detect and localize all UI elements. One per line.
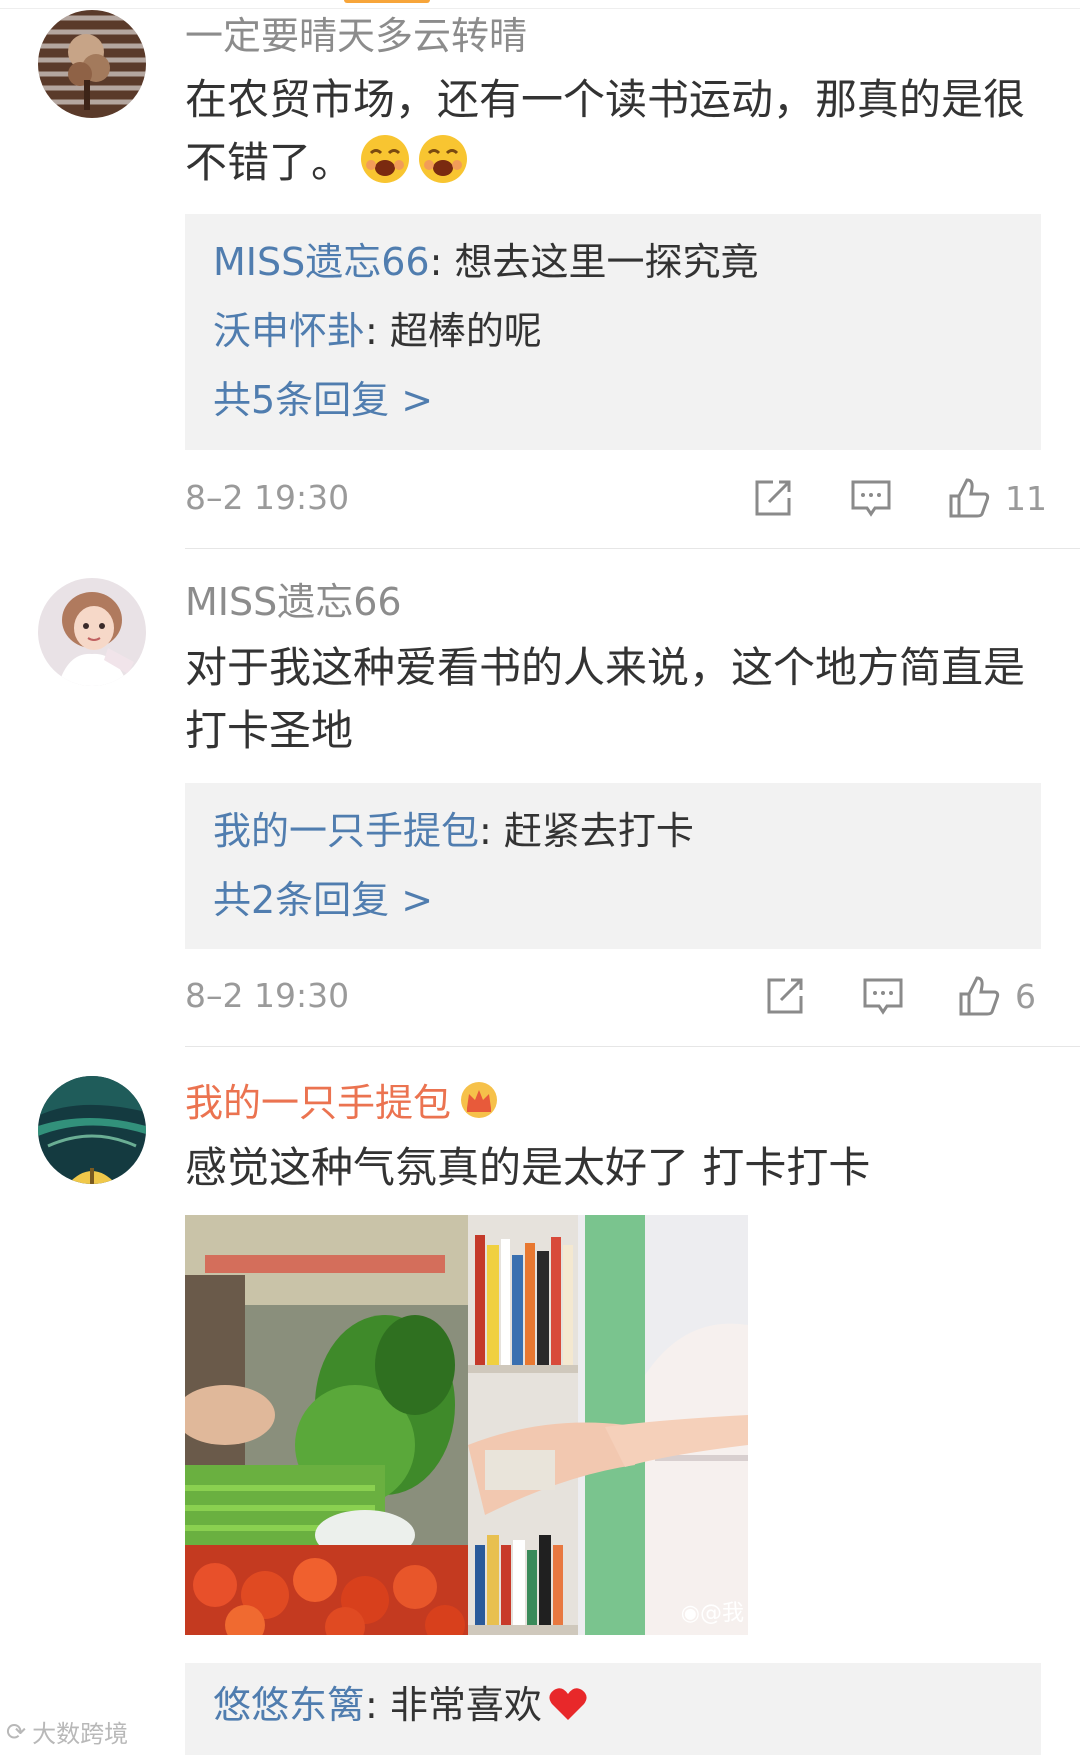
comment-timestamp: 8–2 19:30 xyxy=(185,478,350,517)
divider xyxy=(185,1046,1080,1047)
reply-text: 想去这里一探究竟 xyxy=(442,240,759,284)
comment-image[interactable]: ◉@我 xyxy=(185,1215,748,1635)
reply-box: 我的一只手提包: 赶紧去打卡 共2条回复 > xyxy=(185,783,1041,949)
more-replies-link[interactable]: 共5条回复 > xyxy=(213,366,1013,435)
watermark-text: 大数跨境 xyxy=(32,1720,129,1748)
vip-username-text: 我的一只手提包 xyxy=(185,1081,452,1125)
like-button[interactable]: 6 xyxy=(957,974,1036,1018)
reply-separator: : xyxy=(365,309,378,353)
thumbs-up-icon xyxy=(957,974,1001,1018)
thumbs-up-icon xyxy=(947,476,991,520)
comment-button[interactable] xyxy=(849,476,893,520)
avatar[interactable] xyxy=(38,578,146,686)
crown-icon xyxy=(459,1080,499,1120)
reply-username[interactable]: 我的一只手提包 xyxy=(213,809,479,853)
reply-username[interactable]: 悠悠东篱 xyxy=(213,1683,365,1727)
divider xyxy=(0,8,1080,9)
comment-button[interactable] xyxy=(861,974,905,1018)
reply-username[interactable]: MISS遗忘66 xyxy=(213,240,430,284)
comment-icon xyxy=(849,476,893,520)
reply-separator: : xyxy=(479,809,492,853)
comment-username[interactable]: 一定要晴天多云转晴 xyxy=(185,14,527,58)
share-icon xyxy=(751,476,795,520)
share-button[interactable] xyxy=(763,974,807,1018)
comment-meta: 8–2 19:30 11 xyxy=(185,476,1047,526)
reply-username[interactable]: 沃申怀卦 xyxy=(213,309,365,353)
comment-username[interactable]: MISS遗忘66 xyxy=(185,580,402,624)
share-button[interactable] xyxy=(751,476,795,520)
reply-box: MISS遗忘66: 想去这里一探究竟 沃申怀卦: 超棒的呢 共5条回复 > xyxy=(185,214,1041,450)
active-tab-indicator xyxy=(344,0,430,3)
reply-text: 非常喜欢 xyxy=(377,1683,542,1727)
image-watermark: ◉@我 xyxy=(681,1595,744,1627)
comment-icon xyxy=(861,974,905,1018)
like-count: 11 xyxy=(1005,478,1047,518)
share-icon xyxy=(763,974,807,1018)
reply-line: 沃申怀卦: 超棒的呢 xyxy=(213,297,1013,366)
like-count: 6 xyxy=(1015,976,1036,1016)
avatar[interactable] xyxy=(38,10,146,118)
reply-separator: : xyxy=(365,1683,378,1727)
reply-line: 我的一只手提包: 赶紧去打卡 xyxy=(213,797,1013,866)
image-watermark-text: @我 xyxy=(699,1601,744,1626)
weibo-logo-icon: ◉ xyxy=(680,1601,700,1626)
reply-line: MISS遗忘66: 想去这里一探究竟 xyxy=(213,228,1013,297)
laughing-face-emoji-icon xyxy=(417,133,469,185)
more-replies-link[interactable]: 共2条回复 > xyxy=(213,866,1013,935)
like-button[interactable]: 11 xyxy=(947,476,1047,520)
comment-timestamp: 8–2 19:30 xyxy=(185,976,350,1015)
reply-text: 超棒的呢 xyxy=(377,309,542,353)
site-watermark: ⟳ 大数跨境 xyxy=(6,1714,128,1749)
comment-meta: 8–2 19:30 6 xyxy=(185,974,1041,1024)
comment-body: 在农贸市场，还有一个读书运动，那真的是很不错了。 xyxy=(185,75,1026,187)
comment-text: 在农贸市场，还有一个读书运动，那真的是很不错了。 xyxy=(185,68,1035,194)
watermark-logo-icon: ⟳ xyxy=(6,1717,27,1746)
reply-text: 赶紧去打卡 xyxy=(491,809,694,853)
reply-separator: : xyxy=(429,240,443,284)
divider xyxy=(185,548,1080,549)
comment-body: 感觉这种气氛真的是太好了 打卡打卡 xyxy=(185,1143,871,1192)
comment-body: 对于我这种爱看书的人来说，这个地方简直是打卡圣地 xyxy=(185,643,1026,755)
reply-box: 悠悠东篱: 非常喜欢 xyxy=(185,1663,1041,1755)
heart-icon xyxy=(548,1675,588,1720)
comment-username[interactable]: 我的一只手提包 xyxy=(185,1080,499,1125)
avatar[interactable] xyxy=(38,1076,146,1184)
reply-line: 悠悠东篱: 非常喜欢 xyxy=(213,1671,1013,1740)
laughing-face-emoji-icon xyxy=(359,133,411,185)
